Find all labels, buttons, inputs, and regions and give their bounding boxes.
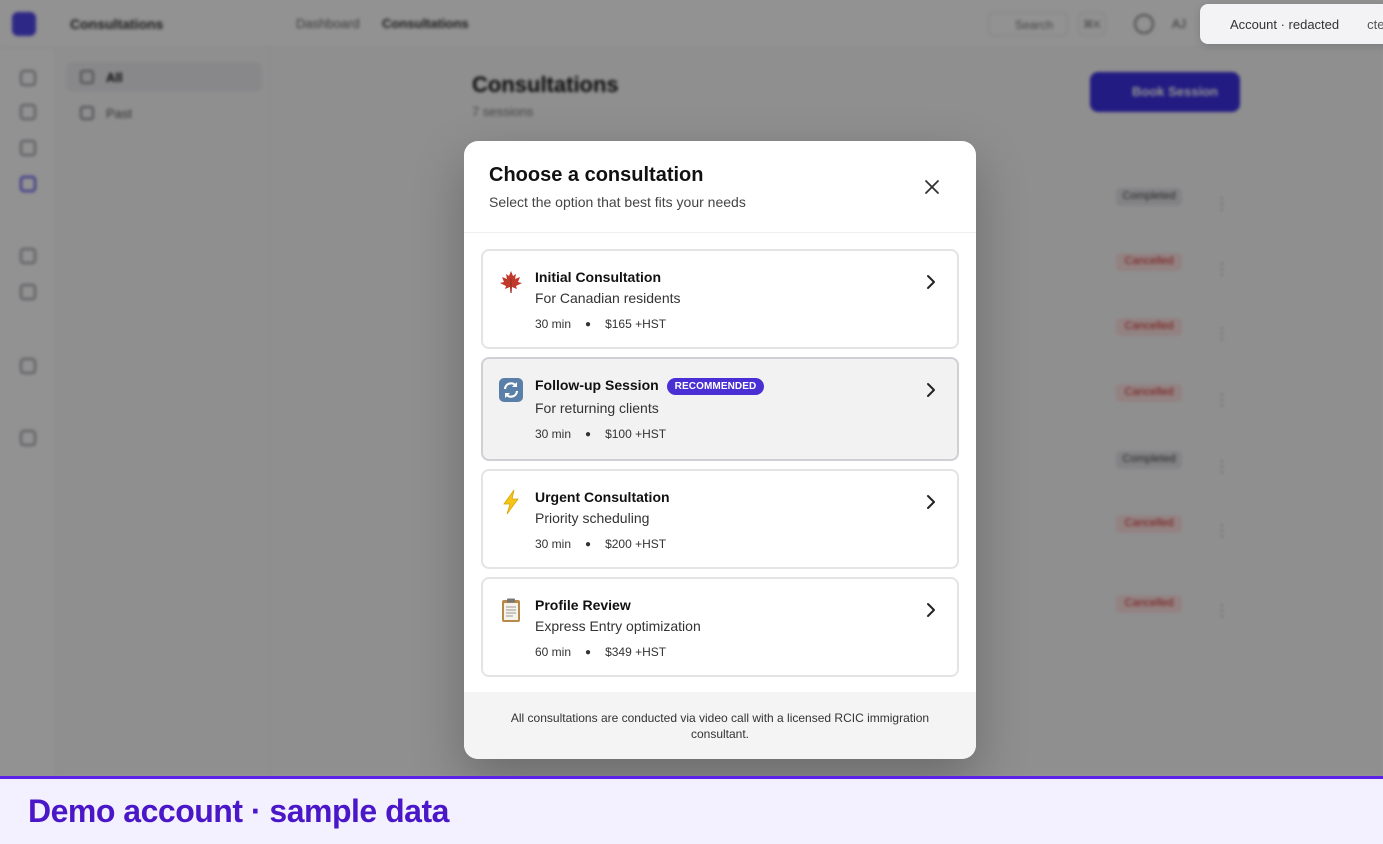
option-description: For returning clients <box>535 400 659 416</box>
chevron-right-icon <box>927 495 935 509</box>
consultation-modal: Choose a consultation Select the option … <box>464 141 976 759</box>
option-meta: 30 min ● $200 +HST <box>535 537 666 551</box>
maple-leaf-icon <box>500 271 522 293</box>
option-meta: 30 min ● $100 +HST <box>535 427 666 441</box>
option-follow-up-session[interactable]: Follow-up Session RECOMMENDED For returni… <box>481 357 959 461</box>
option-urgent-consultation[interactable]: Urgent Consultation Priority scheduling … <box>481 469 959 569</box>
option-duration: 60 min <box>535 645 572 659</box>
option-price: $165 +HST <box>605 317 667 331</box>
lightning-icon <box>503 489 519 515</box>
demo-banner: Demo account · sample data <box>0 776 1383 844</box>
option-meta: 60 min ● $349 +HST <box>535 645 666 659</box>
chevron-right-icon <box>927 383 935 397</box>
option-description: Priority scheduling <box>535 510 650 526</box>
option-price: $100 +HST <box>605 427 667 441</box>
option-price: $349 +HST <box>605 645 667 659</box>
option-name: Initial Consultation <box>535 269 661 285</box>
option-name: Urgent Consultation <box>535 489 670 505</box>
option-price: $200 +HST <box>605 537 667 551</box>
option-description: Express Entry optimization <box>535 618 701 634</box>
option-profile-review[interactable]: Profile Review Express Entry optimizatio… <box>481 577 959 677</box>
separator-dot: ● <box>585 539 592 550</box>
account-toast: Account · redacted cte <box>1200 4 1383 44</box>
separator-dot: ● <box>585 429 592 440</box>
option-name: Follow-up Session <box>535 377 659 393</box>
option-duration: 30 min <box>535 537 572 551</box>
demo-banner-text: Demo account · sample data <box>28 793 449 829</box>
account-extra: cte <box>1367 17 1383 32</box>
modal-subtitle: Select the option that best fits your ne… <box>489 194 746 210</box>
chevron-right-icon <box>927 603 935 617</box>
option-duration: 30 min <box>535 317 572 331</box>
modal-title: Choose a consultation <box>489 164 704 186</box>
option-description: For Canadian residents <box>535 290 681 306</box>
option-duration: 30 min <box>535 427 572 441</box>
option-name-row: Follow-up Session RECOMMENDED <box>535 377 765 395</box>
clipboard-icon <box>502 598 520 622</box>
refresh-icon <box>499 378 523 402</box>
separator-dot: ● <box>585 647 592 658</box>
option-name: Profile Review <box>535 597 631 613</box>
separator-dot: ● <box>585 319 592 330</box>
close-icon[interactable] <box>922 177 942 197</box>
modal-header: Choose a consultation Select the option … <box>464 141 976 233</box>
option-meta: 30 min ● $165 +HST <box>535 317 666 331</box>
chevron-right-icon <box>927 275 935 289</box>
option-initial-consultation[interactable]: Initial Consultation For Canadian reside… <box>481 249 959 349</box>
recommended-badge: RECOMMENDED <box>666 378 765 395</box>
modal-footer-note: All consultations are conducted via vide… <box>464 692 976 759</box>
account-label: Account · redacted <box>1230 17 1340 32</box>
